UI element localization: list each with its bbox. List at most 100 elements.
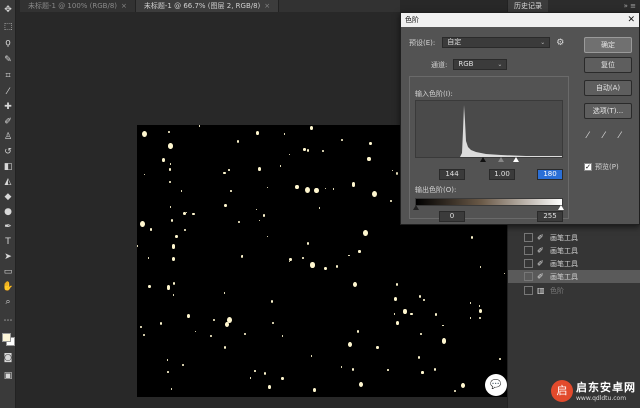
output-black-slider[interactable] bbox=[413, 205, 419, 210]
white-eyedropper-icon[interactable]: ⁄ bbox=[619, 131, 621, 141]
history-panel-title[interactable]: 历史记录 bbox=[508, 0, 548, 12]
channel-value: RGB bbox=[458, 60, 474, 68]
eraser-tool-icon[interactable]: ◧ bbox=[2, 161, 14, 173]
star-dot bbox=[478, 305, 481, 308]
pen-tool-icon[interactable]: ✒ bbox=[2, 221, 14, 233]
watermark-sub: www.qdldtu.com bbox=[576, 395, 627, 402]
star-dot bbox=[306, 148, 310, 153]
shape-tool-icon[interactable]: ▭ bbox=[2, 266, 14, 278]
history-source-box[interactable] bbox=[524, 272, 533, 281]
input-gamma-field[interactable]: 1.00 bbox=[489, 169, 515, 180]
star-dot bbox=[167, 130, 170, 134]
preset-select[interactable]: 自定 ⌄ bbox=[442, 37, 551, 48]
star-dot bbox=[281, 376, 284, 380]
history-source-box[interactable] bbox=[524, 246, 533, 255]
output-black-field[interactable]: 0 bbox=[439, 211, 465, 222]
dodge-tool-icon[interactable]: ● bbox=[2, 206, 14, 218]
black-eyedropper-icon[interactable]: ⁄ bbox=[587, 131, 589, 141]
hand-tool-icon[interactable]: ✋ bbox=[2, 281, 14, 293]
star-dot bbox=[480, 266, 482, 268]
history-source-box[interactable] bbox=[524, 233, 533, 242]
star-dot bbox=[369, 141, 372, 146]
close-icon[interactable]: × bbox=[264, 2, 270, 10]
panel-menu-icon[interactable]: » ≡ bbox=[624, 2, 636, 10]
gray-eyedropper-icon[interactable]: ⁄ bbox=[603, 131, 605, 141]
channel-select[interactable]: RGB ⌄ bbox=[453, 59, 508, 70]
eyedropper-tool-icon[interactable]: ⁄ bbox=[2, 86, 14, 98]
quick-mask-icon[interactable]: ◙ bbox=[2, 352, 14, 364]
lasso-tool-icon[interactable]: ϙ bbox=[2, 37, 14, 49]
zoom-tool-icon[interactable]: ⌕ bbox=[2, 296, 14, 308]
brush-icon: ✐ bbox=[537, 246, 544, 255]
star-dot bbox=[137, 244, 139, 247]
gear-icon[interactable]: ⚙ bbox=[556, 38, 564, 48]
preview-checkbox-row[interactable]: ✓ 预览(P) bbox=[584, 162, 619, 172]
star-dot bbox=[270, 300, 274, 303]
star-dot bbox=[396, 172, 399, 175]
star-dot bbox=[471, 235, 474, 239]
star-dot bbox=[183, 228, 186, 232]
star-dot bbox=[169, 162, 172, 165]
more-tools-icon[interactable]: ⋯ bbox=[2, 315, 14, 327]
move-tool-icon[interactable]: ✥ bbox=[2, 4, 14, 16]
quick-select-tool-icon[interactable]: ✎ bbox=[2, 54, 14, 66]
foreground-color-swatch[interactable] bbox=[2, 333, 11, 342]
brush-icon: ✐ bbox=[537, 272, 544, 281]
auto-button[interactable]: 自动(A) bbox=[584, 80, 632, 96]
input-gamma-slider[interactable] bbox=[498, 157, 504, 162]
paint-bucket-icon[interactable]: ◭ bbox=[2, 176, 14, 188]
document-tab-2[interactable]: 未标题-1 @ 66.7% (图层 2, RGB/8) × bbox=[135, 0, 280, 12]
options-button[interactable]: 选项(T)... bbox=[584, 103, 632, 119]
history-source-box[interactable] bbox=[524, 259, 533, 268]
history-item[interactable]: ✐ 画笔工具 bbox=[508, 257, 640, 270]
input-white-field[interactable]: 180 bbox=[537, 169, 563, 180]
screen-mode-icon[interactable]: ▣ bbox=[2, 370, 14, 382]
tools-panel: ✥ ⬚ ϙ ✎ ⌗ ⁄ ✚ ✐ ♙ ↺ ◧ ◭ ◆ ● ✒ T ➤ ▭ ✋ ⌕ … bbox=[0, 0, 16, 408]
ok-button[interactable]: 确定 bbox=[584, 37, 632, 53]
star-dot bbox=[266, 235, 269, 238]
star-dot bbox=[186, 313, 191, 319]
marquee-tool-icon[interactable]: ⬚ bbox=[2, 21, 14, 33]
star-dot bbox=[223, 292, 226, 295]
brush-tool-icon[interactable]: ✐ bbox=[2, 116, 14, 128]
chevron-down-icon: ⌄ bbox=[540, 39, 546, 46]
star-dot bbox=[170, 218, 174, 222]
crop-tool-icon[interactable]: ⌗ bbox=[2, 70, 14, 82]
star-dot bbox=[469, 302, 472, 304]
history-item[interactable]: ✐ 画笔工具 bbox=[508, 231, 640, 244]
output-gradient-bar bbox=[415, 198, 563, 206]
blur-tool-icon[interactable]: ◆ bbox=[2, 191, 14, 203]
output-white-field[interactable]: 255 bbox=[537, 211, 563, 222]
path-select-icon[interactable]: ➤ bbox=[2, 251, 14, 263]
close-icon[interactable]: × bbox=[121, 2, 127, 10]
document-tab-label: 未标题-1 @ 100% (RGB/8) bbox=[28, 2, 118, 10]
star-dot bbox=[393, 313, 396, 315]
star-dot bbox=[166, 285, 171, 290]
input-white-slider[interactable] bbox=[513, 157, 519, 162]
input-black-field[interactable]: 144 bbox=[439, 169, 465, 180]
output-white-slider[interactable] bbox=[558, 205, 564, 210]
history-source-box[interactable] bbox=[524, 286, 533, 295]
star-dot bbox=[393, 297, 397, 301]
star-dot bbox=[172, 281, 176, 285]
healing-brush-icon[interactable]: ✚ bbox=[2, 101, 14, 113]
clone-stamp-icon[interactable]: ♙ bbox=[2, 131, 14, 143]
star-dot bbox=[306, 241, 310, 245]
input-black-slider[interactable] bbox=[480, 157, 486, 162]
document-tab-1[interactable]: 未标题-1 @ 100% (RGB/8) × bbox=[20, 0, 136, 12]
star-dot bbox=[194, 330, 197, 333]
type-tool-icon[interactable]: T bbox=[2, 236, 14, 248]
star-dot bbox=[139, 220, 145, 227]
star-dot bbox=[376, 345, 379, 349]
history-item-selected[interactable]: ✐ 画笔工具 bbox=[508, 270, 640, 283]
dialog-titlebar[interactable]: 色阶 ✕ bbox=[401, 13, 639, 27]
star-dot bbox=[302, 256, 304, 259]
star-dot bbox=[371, 190, 377, 197]
history-brush-icon[interactable]: ↺ bbox=[2, 146, 14, 158]
star-dot bbox=[289, 258, 292, 262]
close-icon[interactable]: ✕ bbox=[627, 15, 635, 25]
reset-button[interactable]: 复位 bbox=[584, 57, 632, 73]
preview-checkbox[interactable]: ✓ bbox=[584, 163, 592, 171]
history-item[interactable]: ✐ 画笔工具 bbox=[508, 244, 640, 257]
history-item-pending[interactable]: ▥ 色阶 bbox=[508, 284, 640, 297]
